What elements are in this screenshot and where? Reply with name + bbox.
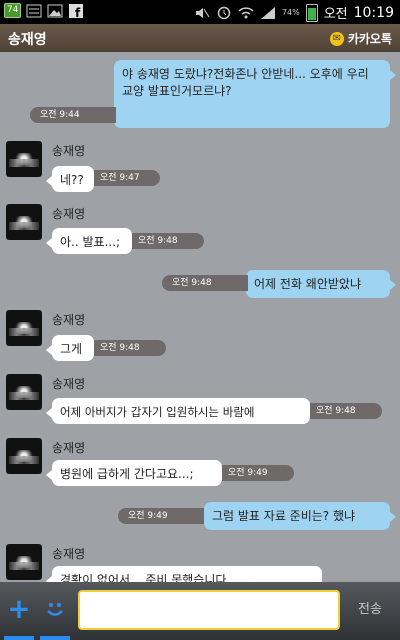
message-text: 그럼 발표 자료 준비는? 했냐: [212, 509, 356, 523]
avatar[interactable]: [6, 374, 42, 410]
tab-indicator: [40, 636, 70, 640]
sender-name: 송재영: [52, 313, 86, 327]
their-message-bubble[interactable]: 네??: [46, 166, 94, 192]
svg-text:f: f: [75, 6, 81, 18]
message-time: 오전 9:48: [132, 233, 204, 249]
chat-title: 송재영: [8, 32, 47, 48]
signal-icon: [260, 6, 276, 20]
sender-name: 송재영: [52, 441, 86, 455]
gallery-icon: [47, 4, 63, 18]
their-message-bubble[interactable]: 경황이 없어서... 준비 못했습니다: [46, 566, 322, 582]
mute-icon: [194, 6, 210, 20]
message-text: 병원에 급하게 간다고요...;: [60, 467, 194, 481]
avatar[interactable]: [6, 204, 42, 240]
message-text: 어제 아버지가 갑자기 입원하시는 바람에: [60, 405, 255, 419]
message-time: 오전 9:48: [94, 340, 166, 356]
message-time: 오전 9:48: [162, 275, 248, 291]
kakao-logo-icon: ✉: [329, 31, 344, 46]
system-icons: 74% 오전 10:19: [194, 3, 394, 22]
tab-indicator: [4, 636, 34, 640]
facebook-icon: f: [68, 3, 84, 20]
message-time: 오전 9:47: [94, 170, 160, 186]
message-text: 어제 전화 왜안받았냐: [254, 277, 361, 291]
avatar[interactable]: [6, 141, 42, 177]
message-time: 오전 9:49: [222, 465, 294, 481]
avatar[interactable]: [6, 310, 42, 346]
message-text: 경황이 없어서... 준비 못했습니다: [60, 573, 227, 582]
input-bar: + 전송: [0, 582, 400, 640]
status-bar: 74 f 74% 오전 10:19: [0, 0, 400, 24]
sim-icon: 74: [4, 3, 22, 18]
notification-icons: 74 f: [4, 3, 84, 20]
wifi-icon: [238, 6, 254, 20]
message-time: 오전 9:44: [30, 107, 116, 123]
message-text: 네??: [60, 173, 84, 187]
message-text: 야 송재영 도랐냐?전화존나 안받네... 오후에 우리 교양 발표인거모르냐?: [122, 67, 369, 98]
menu-icon: [26, 4, 42, 18]
alarm-icon: [216, 6, 232, 20]
message-text: 아.. 발표...;: [60, 235, 121, 249]
their-message-bubble[interactable]: 병원에 급하게 간다고요...;: [46, 460, 222, 486]
avatar[interactable]: [6, 438, 42, 474]
plus-icon[interactable]: +: [6, 595, 32, 623]
message-input[interactable]: [78, 590, 340, 630]
emoticon-icon[interactable]: [42, 596, 68, 622]
sender-name: 송재영: [52, 377, 86, 391]
battery-percent: 74%: [281, 8, 300, 17]
message-time: 오전 9:48: [310, 403, 382, 419]
sender-name: 송재영: [52, 547, 86, 561]
clock-prefix: 오전: [323, 7, 348, 22]
brand: ✉ 카카오톡: [329, 30, 392, 47]
send-button[interactable]: 전송: [346, 590, 394, 630]
brand-label: 카카오톡: [347, 32, 392, 46]
sender-name: 송재영: [52, 144, 86, 158]
their-message-bubble[interactable]: 그게: [46, 335, 94, 361]
chat-header: 송재영 ✉ 카카오톡: [0, 24, 400, 52]
message-list[interactable]: 야 송재영 도랐냐?전화존나 안받네... 오후에 우리 교양 발표인거모르냐?…: [0, 52, 400, 582]
their-message-bubble[interactable]: 어제 아버지가 갑자기 입원하시는 바람에: [46, 398, 310, 424]
avatar[interactable]: [6, 544, 42, 580]
their-message-bubble[interactable]: 아.. 발표...;: [46, 228, 132, 254]
message-time: 오전 9:49: [118, 508, 204, 524]
my-message-bubble[interactable]: 야 송재영 도랐냐?전화존나 안받네... 오후에 우리 교양 발표인거모르냐?: [114, 60, 396, 128]
my-message-bubble[interactable]: 어제 전화 왜안받았냐: [246, 270, 396, 298]
message-text: 그게: [60, 342, 83, 356]
sender-name: 송재영: [52, 207, 86, 221]
my-message-bubble[interactable]: 그럼 발표 자료 준비는? 했냐: [204, 502, 396, 530]
clock: 10:19: [353, 4, 394, 21]
battery-icon: [305, 3, 318, 22]
